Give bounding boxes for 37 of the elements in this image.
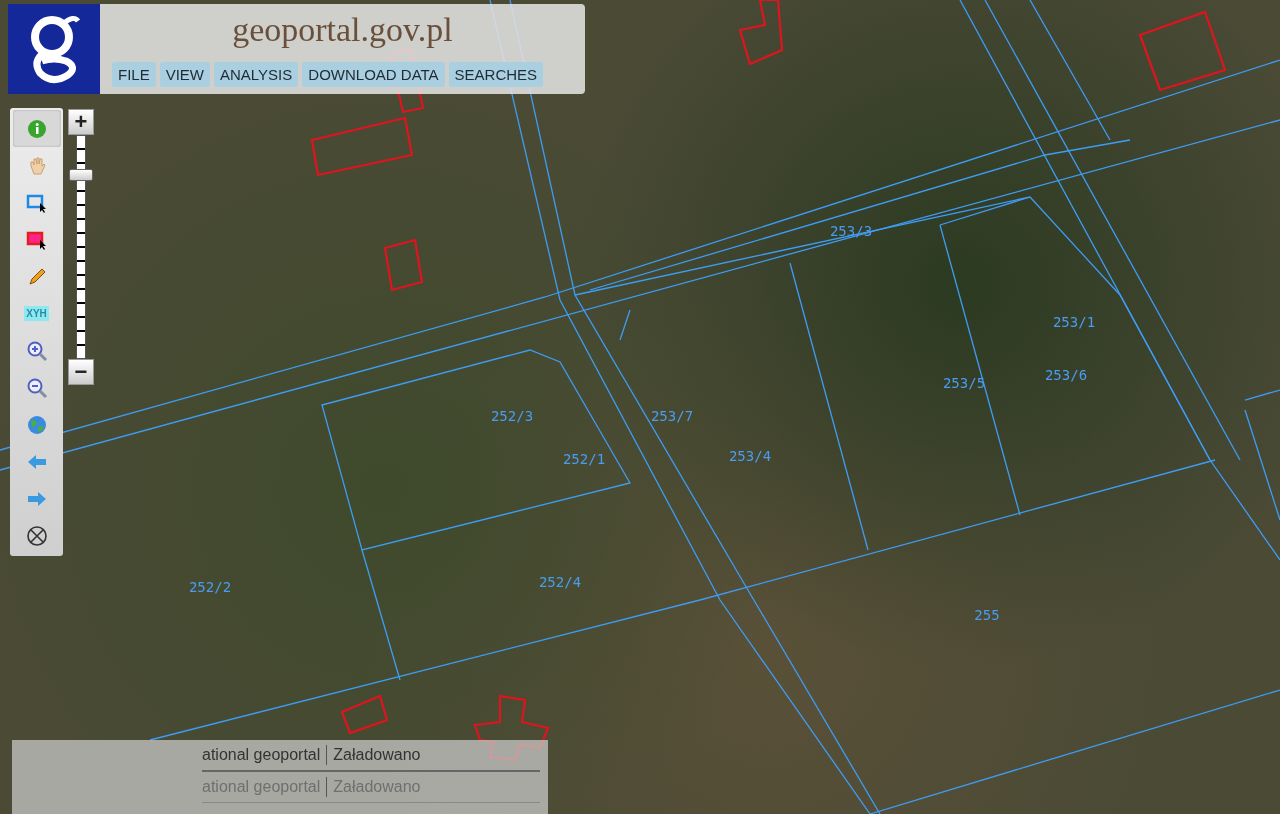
menu-item[interactable]: FILE — [112, 62, 156, 87]
parcel-label: 253/7 — [650, 408, 694, 424]
parcel-label: 252/1 — [562, 451, 606, 467]
zoom-in-icon — [25, 339, 48, 362]
building-outline — [383, 238, 424, 292]
zoom-out-button[interactable]: − — [68, 359, 94, 385]
select-box-icon — [25, 192, 48, 213]
layer-name: ational geoportal — [202, 746, 321, 764]
arrow-right-icon — [26, 489, 47, 508]
parcel-label: 253/5 — [942, 375, 986, 391]
parcel-label: 252/2 — [188, 579, 232, 595]
menu-item[interactable]: SEARCHES — [448, 62, 544, 87]
full-extent-icon — [25, 524, 48, 547]
parcel-label: 253/6 — [1044, 367, 1088, 383]
globe-icon — [26, 414, 47, 435]
zoom-out-icon — [25, 376, 48, 399]
zoom-slider[interactable] — [69, 135, 93, 359]
menu-item[interactable]: VIEW — [159, 62, 211, 87]
parcel-label: 253/4 — [728, 448, 772, 464]
parcel-label: 252/3 — [490, 408, 534, 424]
info-icon — [26, 118, 47, 139]
building-outline — [738, 0, 784, 66]
building-outline — [340, 694, 389, 735]
site-logo-text: geoportal.gov.pl — [232, 10, 453, 50]
layer-state: Załadowano — [333, 746, 421, 764]
arrow-left-icon — [26, 452, 47, 471]
parcel-label: 253/1 — [1052, 314, 1096, 330]
select-box-icon — [25, 229, 48, 250]
parcel-label: 253/3 — [829, 223, 873, 239]
layer-state: Załadowano — [333, 778, 421, 796]
parcel-label: 252/4 — [538, 574, 582, 590]
parcel-label: 255 — [974, 607, 1000, 623]
menu-item[interactable]: ANALYSIS — [214, 62, 299, 87]
pencil-icon — [26, 266, 47, 287]
zoom-in-button[interactable]: + — [68, 109, 94, 135]
menu-item[interactable]: DOWNLOAD DATA — [302, 62, 445, 87]
layer-name: ational geoportal — [202, 778, 321, 796]
